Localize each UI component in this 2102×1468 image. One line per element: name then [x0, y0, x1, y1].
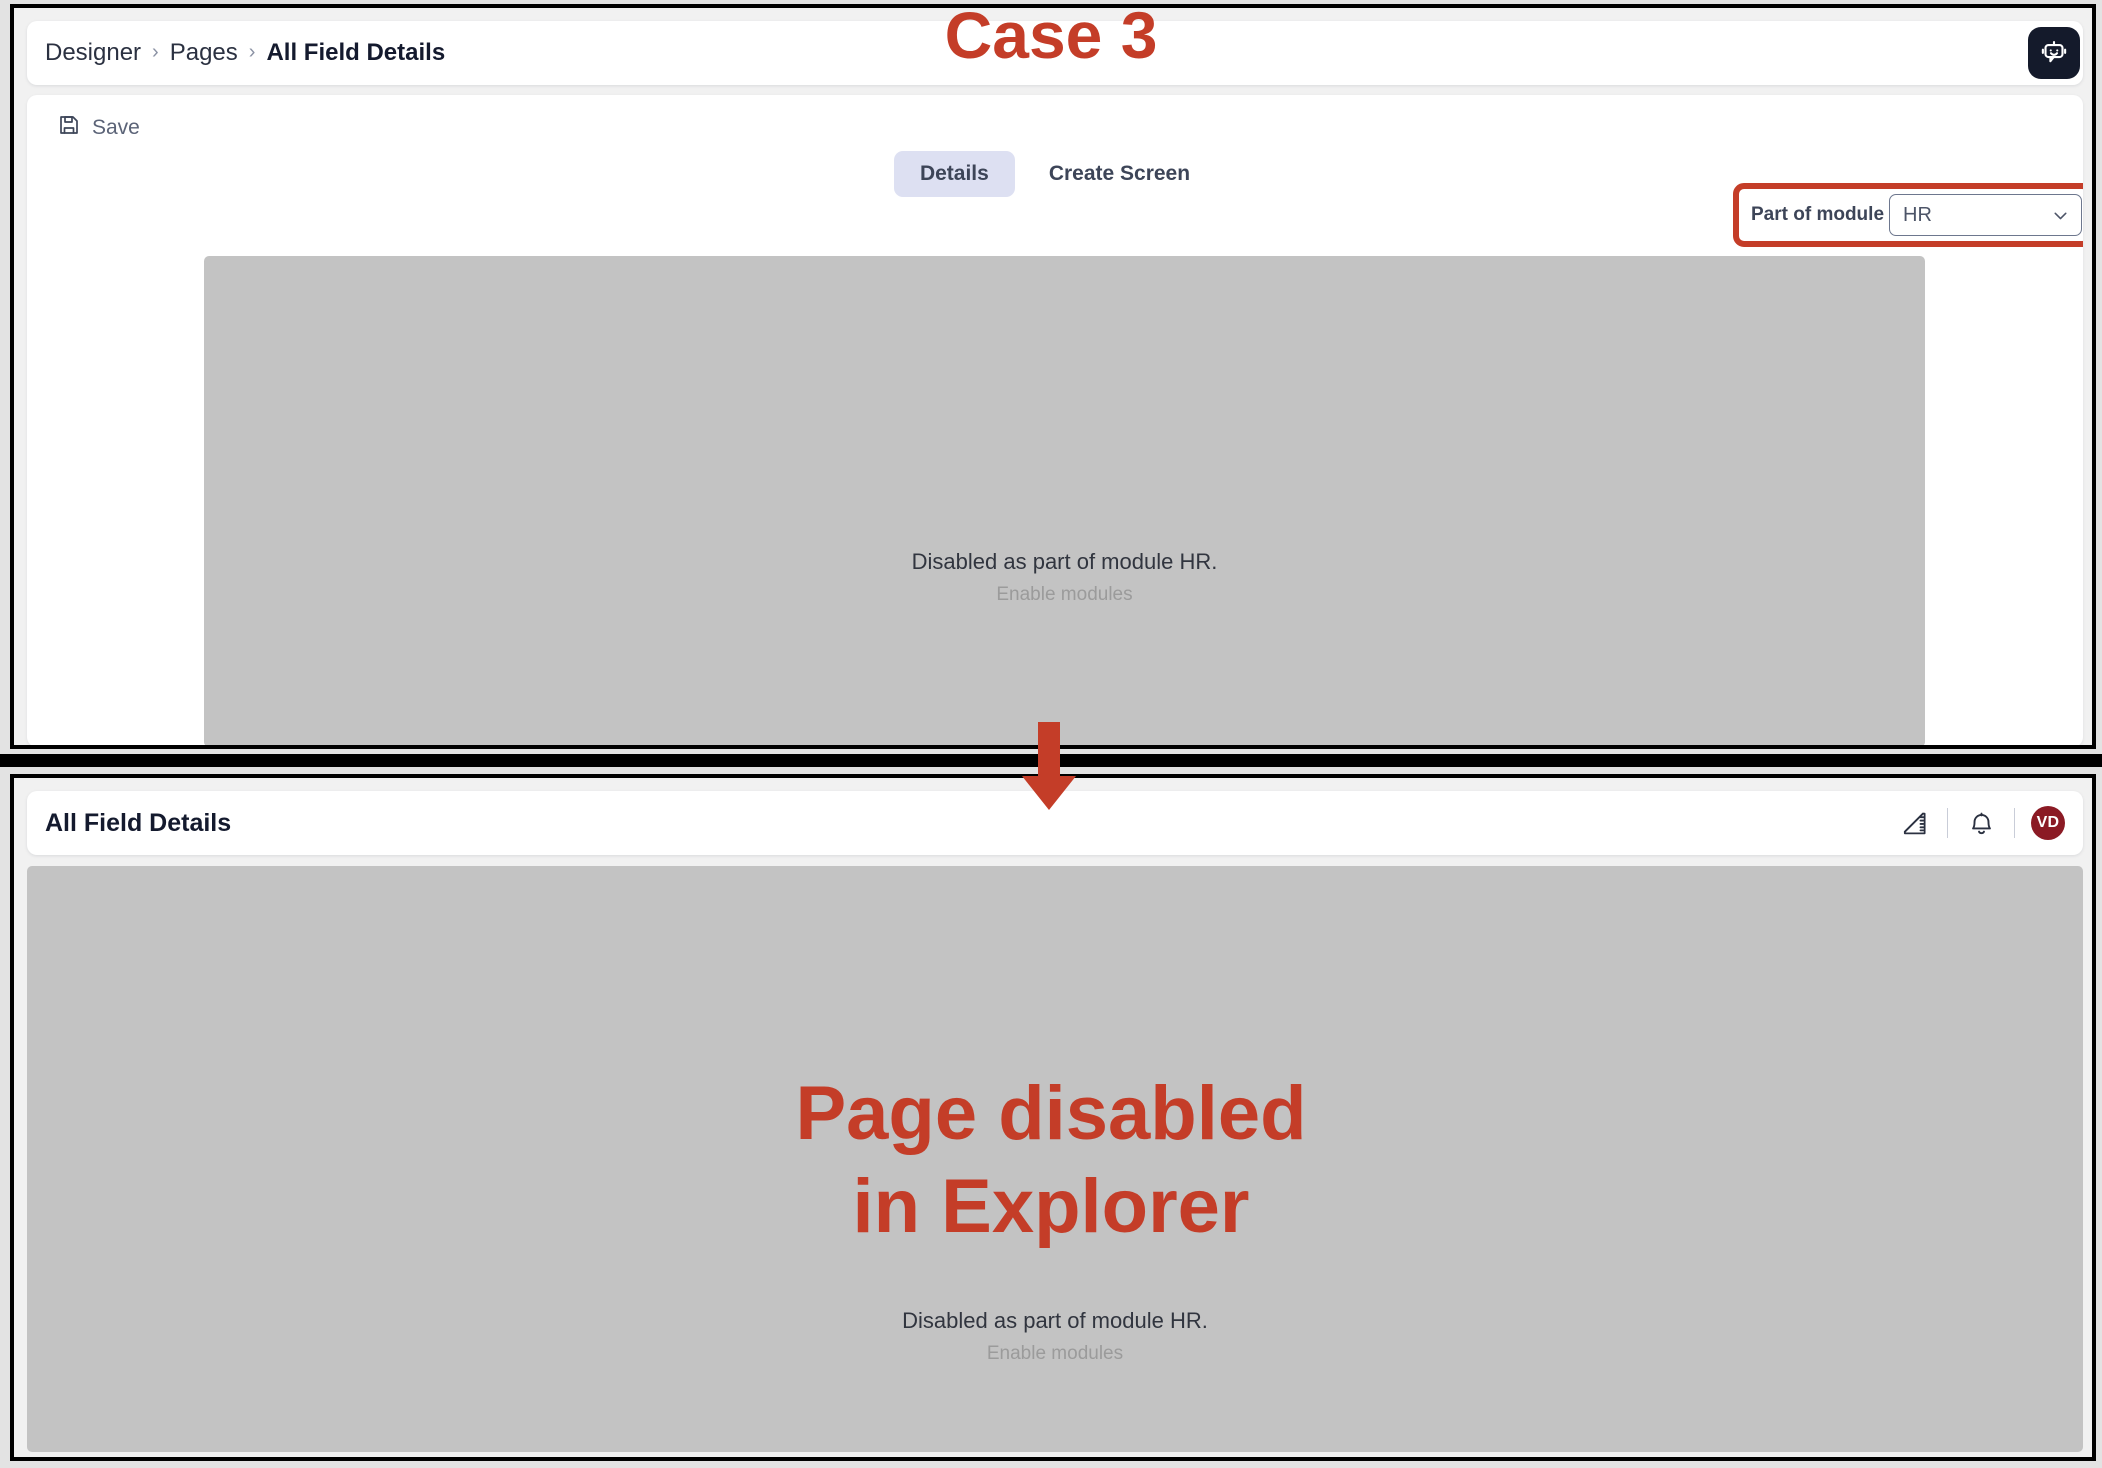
chevron-down-icon [2050, 205, 2071, 226]
disabled-message-text: Disabled as part of module HR. [911, 549, 1218, 574]
panel-separator [0, 754, 2102, 767]
enable-modules-link[interactable]: Enable modules [204, 581, 1925, 609]
part-of-module-group: Part of module HR [1733, 183, 2083, 247]
part-of-module-value: HR [1903, 203, 1932, 226]
explorer-panel: All Field Details VD Disabled as part of… [10, 774, 2096, 1461]
breadcrumb-item-current: All Field Details [266, 39, 446, 66]
chevron-right-icon: › [248, 40, 256, 63]
header-divider [1947, 808, 1948, 838]
tab-create-screen[interactable]: Create Screen [1023, 151, 1216, 197]
breadcrumb-item-designer[interactable]: Designer [45, 39, 141, 67]
notification-bell-icon[interactable] [1964, 806, 1998, 840]
designer-panel: Designer › Pages › All Field Details Sav… [10, 4, 2096, 749]
avatar[interactable]: VD [2031, 806, 2065, 840]
designer-disabled-message-block: Disabled as part of module HR. Enable mo… [204, 547, 1925, 608]
screenshot-root: Case 3 Designer › Pages › All Field Deta… [0, 0, 2102, 1468]
breadcrumb-item-pages[interactable]: Pages [170, 39, 238, 67]
save-button-label: Save [92, 115, 140, 139]
part-of-module-label: Part of module [1751, 204, 1885, 225]
disabled-message-text: Disabled as part of module HR. [902, 1308, 1208, 1333]
chatbot-button[interactable] [2028, 27, 2080, 79]
header-divider [2014, 808, 2015, 838]
save-button[interactable]: Save [57, 113, 140, 142]
chevron-right-icon: › [152, 40, 159, 63]
explorer-disabled-region: Disabled as part of module HR. Enable mo… [27, 866, 2083, 1452]
explorer-disabled-message-block: Disabled as part of module HR. Enable mo… [27, 1306, 2083, 1367]
floppy-disk-icon [57, 113, 81, 142]
ruler-design-icon[interactable] [1897, 806, 1931, 840]
tab-details[interactable]: Details [893, 151, 1015, 197]
enable-modules-link[interactable]: Enable modules [27, 1340, 2083, 1368]
explorer-header-bar: All Field Details VD [27, 791, 2083, 855]
designer-disabled-region: Disabled as part of module HR. Enable mo… [204, 256, 1925, 745]
designer-body-card: Save Part of module HR Details Create Sc… [27, 95, 2083, 745]
breadcrumb: Designer › Pages › All Field Details [45, 39, 445, 67]
designer-header-bar: Designer › Pages › All Field Details [27, 21, 2083, 85]
page-title: All Field Details [45, 808, 232, 837]
part-of-module-select[interactable]: HR [1889, 194, 2083, 236]
explorer-header-actions: VD [1897, 806, 2065, 840]
